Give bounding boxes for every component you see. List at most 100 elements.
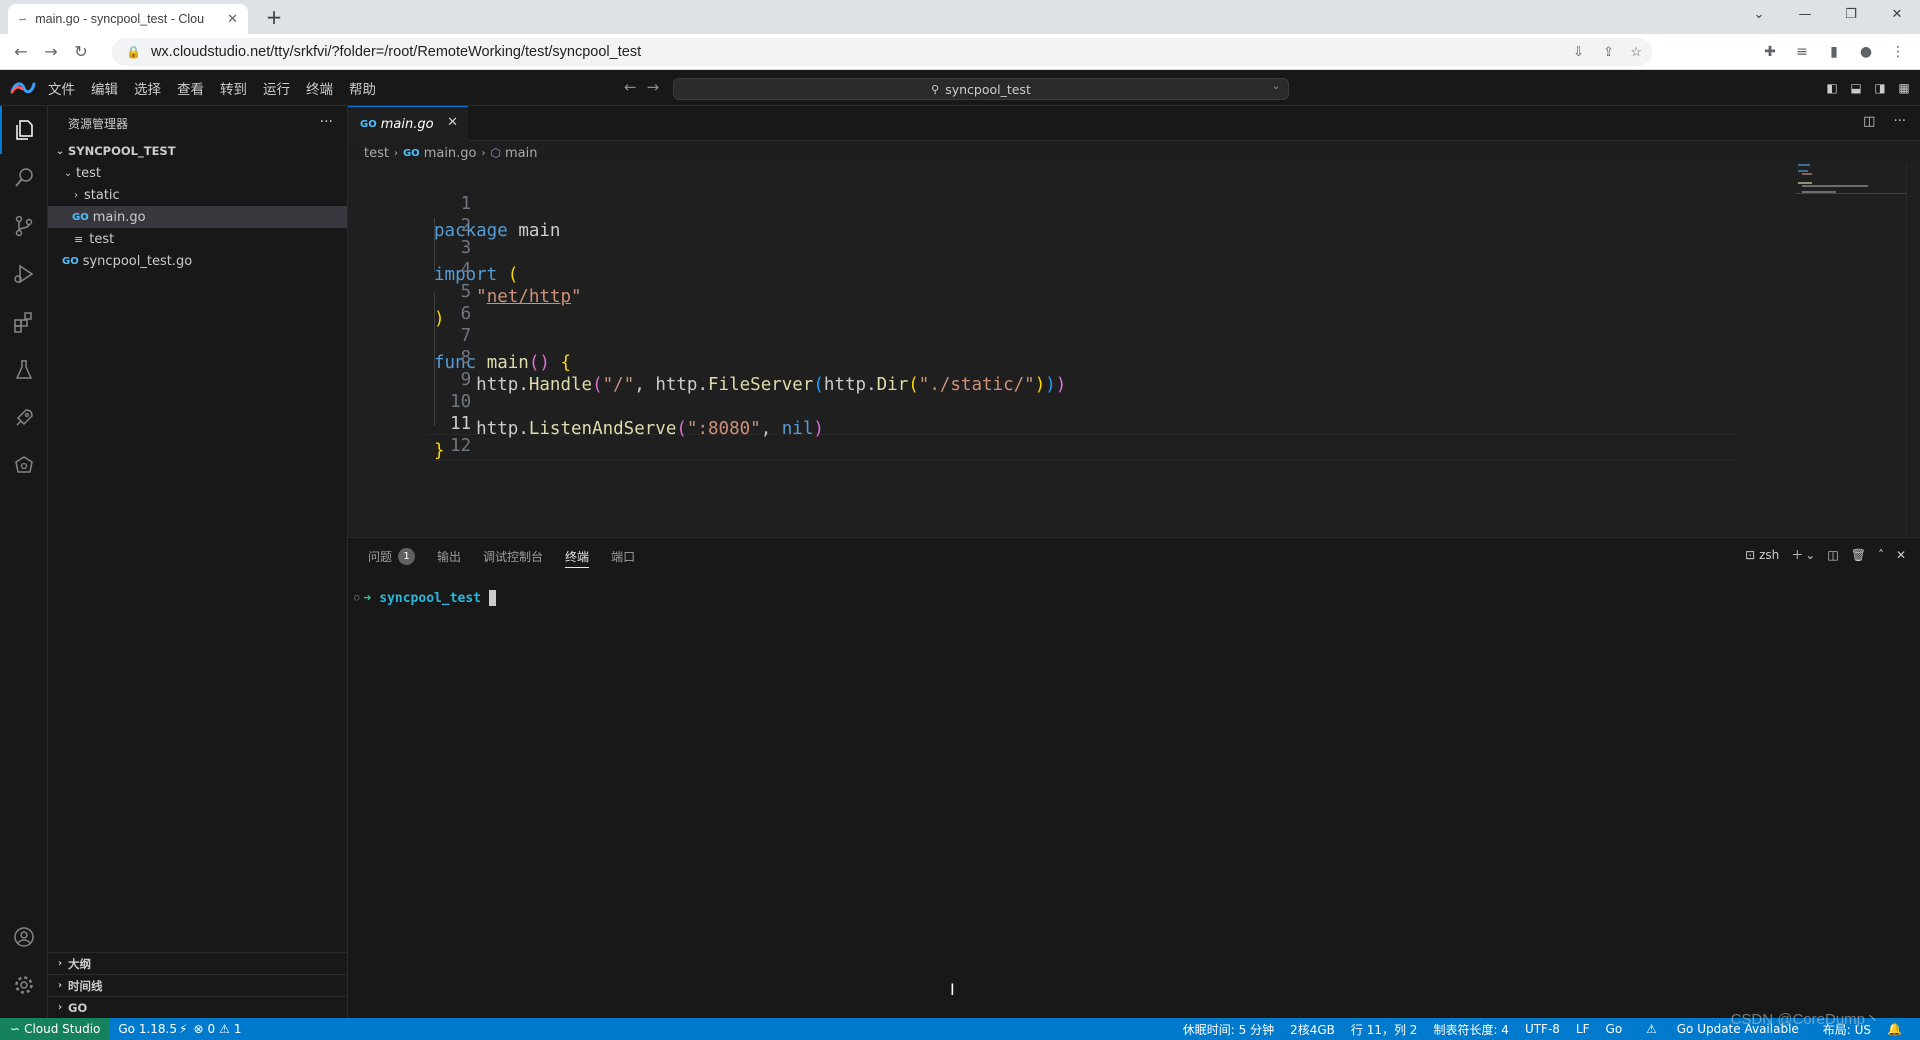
menu-selection[interactable]: 选择 (126, 78, 169, 98)
tab-terminal[interactable]: 终端 (565, 538, 590, 574)
breadcrumb-file[interactable]: main.go (424, 146, 477, 161)
tab-search-button[interactable]: ⌄ (1736, 0, 1782, 34)
remote-icon: ∽ (10, 1022, 21, 1036)
reading-list-icon[interactable]: ≡ (1786, 44, 1818, 60)
menu-run[interactable]: 运行 (255, 78, 298, 98)
timeline-section[interactable]: › 时间线 (48, 974, 348, 996)
shell-label[interactable]: zsh (1759, 548, 1779, 562)
tree-item-main-go[interactable]: GO main.go (48, 206, 347, 228)
toggle-primary-sidebar-icon[interactable]: ◧ (1820, 81, 1844, 95)
menu-terminal[interactable]: 终端 (298, 78, 341, 98)
lock-icon[interactable]: 🔒 (126, 45, 141, 59)
new-tab-button[interactable]: + (262, 6, 286, 30)
split-terminal-icon[interactable]: ◫ (1827, 548, 1838, 562)
remote-indicator[interactable]: ∽ Cloud Studio (0, 1018, 111, 1040)
customize-layout-icon[interactable]: ▦ (1892, 81, 1916, 95)
profile-avatar-icon[interactable]: ● (1850, 44, 1882, 60)
split-editor-icon[interactable]: ◫ (1863, 114, 1875, 129)
new-terminal-icon[interactable]: ＋ (1791, 546, 1803, 563)
menu-help[interactable]: 帮助 (341, 78, 384, 98)
activity-bar (0, 106, 48, 1018)
browser-menu-icon[interactable]: ⋮ (1882, 44, 1914, 60)
explorer-icon[interactable] (0, 106, 48, 154)
tree-item-syncpool-test-go[interactable]: GO syncpool_test.go (48, 250, 347, 272)
outline-section[interactable]: › 大纲 (48, 952, 348, 974)
more-actions-icon[interactable]: ··· (320, 114, 333, 130)
close-tab-icon[interactable]: ✕ (447, 115, 458, 130)
browser-tab[interactable]: ∽ main.go - syncpool_test - Clou ✕ (8, 4, 248, 34)
reload-icon[interactable]: ↻ (66, 42, 96, 61)
back-icon[interactable]: ← (6, 42, 36, 61)
command-center[interactable]: ⚲ syncpool_test ⌄ (673, 78, 1289, 100)
encoding[interactable]: UTF-8 (1517, 1022, 1568, 1036)
close-window-button[interactable]: ✕ (1874, 0, 1920, 34)
source-control-icon[interactable] (0, 202, 48, 250)
tab-ports[interactable]: 端口 (611, 538, 635, 574)
testing-flask-icon[interactable] (0, 346, 48, 394)
address-bar[interactable]: 🔒 wx.cloudstudio.net/tty/srkfvi/?folder=… (112, 38, 1652, 66)
editor-tab-main-go[interactable]: GO main.go ✕ (348, 106, 468, 141)
bookmark-star-icon[interactable]: ☆ (1630, 44, 1642, 60)
trash-icon[interactable]: 🗑 (1851, 548, 1866, 562)
breadcrumb: test › GO main.go › ⬡ main (364, 142, 537, 164)
install-app-icon[interactable]: ⇩ (1573, 44, 1584, 60)
tab-size[interactable]: 制表符长度: 4 (1425, 1021, 1517, 1038)
tree-item-test-folder[interactable]: ⌄ test (48, 162, 347, 184)
minimize-button[interactable]: — (1782, 0, 1828, 34)
settings-gear-icon[interactable] (0, 961, 48, 1009)
errors-count[interactable]: 0 (208, 1022, 216, 1036)
menu-view[interactable]: 查看 (169, 78, 212, 98)
line-ending[interactable]: LF (1568, 1022, 1598, 1036)
close-panel-icon[interactable]: ✕ (1896, 548, 1906, 562)
breadcrumb-symbol[interactable]: main (505, 146, 537, 161)
tab-debug-console[interactable]: 调试控制台 (483, 538, 543, 574)
kubernetes-icon[interactable] (0, 442, 48, 490)
toggle-panel-icon[interactable]: ⬓ (1844, 81, 1868, 95)
notifications-bell-icon[interactable]: 🔔 (1879, 1022, 1910, 1036)
deploy-rocket-icon[interactable] (0, 394, 48, 442)
workspace-root[interactable]: ⌄ SYNCPOOL_TEST (48, 140, 347, 162)
chevron-down-icon[interactable]: ⌄ (1805, 548, 1815, 562)
cursor-position[interactable]: 行 11，列 2 (1343, 1021, 1426, 1038)
close-tab-icon[interactable]: ✕ (227, 11, 238, 27)
menu-file[interactable]: 文件 (40, 78, 83, 98)
breadcrumb-folder[interactable]: test (364, 146, 389, 161)
share-icon[interactable]: ⇪ (1603, 44, 1614, 60)
more-actions-icon[interactable]: ··· (1894, 114, 1906, 129)
extensions-icon[interactable] (0, 298, 48, 346)
chevron-down-icon[interactable]: ⌄ (1272, 81, 1280, 92)
terminal-directory: syncpool_test (379, 590, 481, 606)
forward-icon[interactable]: → (36, 42, 66, 61)
chevron-right-icon: › (57, 980, 63, 991)
search-icon[interactable] (0, 154, 48, 202)
go-back-icon[interactable]: ← (624, 78, 637, 96)
sleep-time[interactable]: 休眠时间: 5 分钟 (1175, 1021, 1282, 1038)
minimap[interactable] (1796, 164, 1906, 224)
go-file-icon: GO (62, 255, 79, 267)
language-mode[interactable]: Go (1598, 1022, 1631, 1036)
maximize-panel-icon[interactable]: ˄ (1878, 548, 1884, 562)
go-forward-icon[interactable]: → (647, 78, 660, 96)
workspace-root-label: SYNCPOOL_TEST (68, 144, 176, 158)
run-debug-icon[interactable] (0, 250, 48, 298)
tab-output[interactable]: 输出 (437, 538, 461, 574)
tree-item-test-file[interactable]: ≡ test (48, 228, 347, 250)
errors-icon[interactable]: ⊗ (193, 1022, 203, 1036)
machine-spec[interactable]: 2核4GB (1282, 1021, 1343, 1038)
menu-go[interactable]: 转到 (212, 78, 255, 98)
warnings-count[interactable]: 1 (234, 1022, 242, 1036)
toggle-secondary-sidebar-icon[interactable]: ◨ (1868, 81, 1892, 95)
go-version[interactable]: Go 1.18.5 (110, 1022, 185, 1036)
editor-scrollbar[interactable] (1906, 164, 1920, 536)
side-panel-icon[interactable]: ▮ (1818, 44, 1850, 60)
restore-button[interactable]: ❐ (1828, 0, 1874, 34)
warnings-icon[interactable]: ⚠ (219, 1022, 230, 1036)
terminal[interactable]: ○ ➜ syncpool_test (354, 590, 496, 606)
tab-problems[interactable]: 问题 1 (368, 538, 416, 574)
go-section[interactable]: › GO (48, 996, 348, 1018)
extensions-icon[interactable]: ✚ (1754, 44, 1786, 60)
tree-item-static-folder[interactable]: › static (48, 184, 347, 206)
account-icon[interactable] (0, 913, 48, 961)
code-editor[interactable]: 1 package main 2 3 import ( 4 "net/http"… (348, 164, 1920, 536)
menu-edit[interactable]: 编辑 (83, 78, 126, 98)
